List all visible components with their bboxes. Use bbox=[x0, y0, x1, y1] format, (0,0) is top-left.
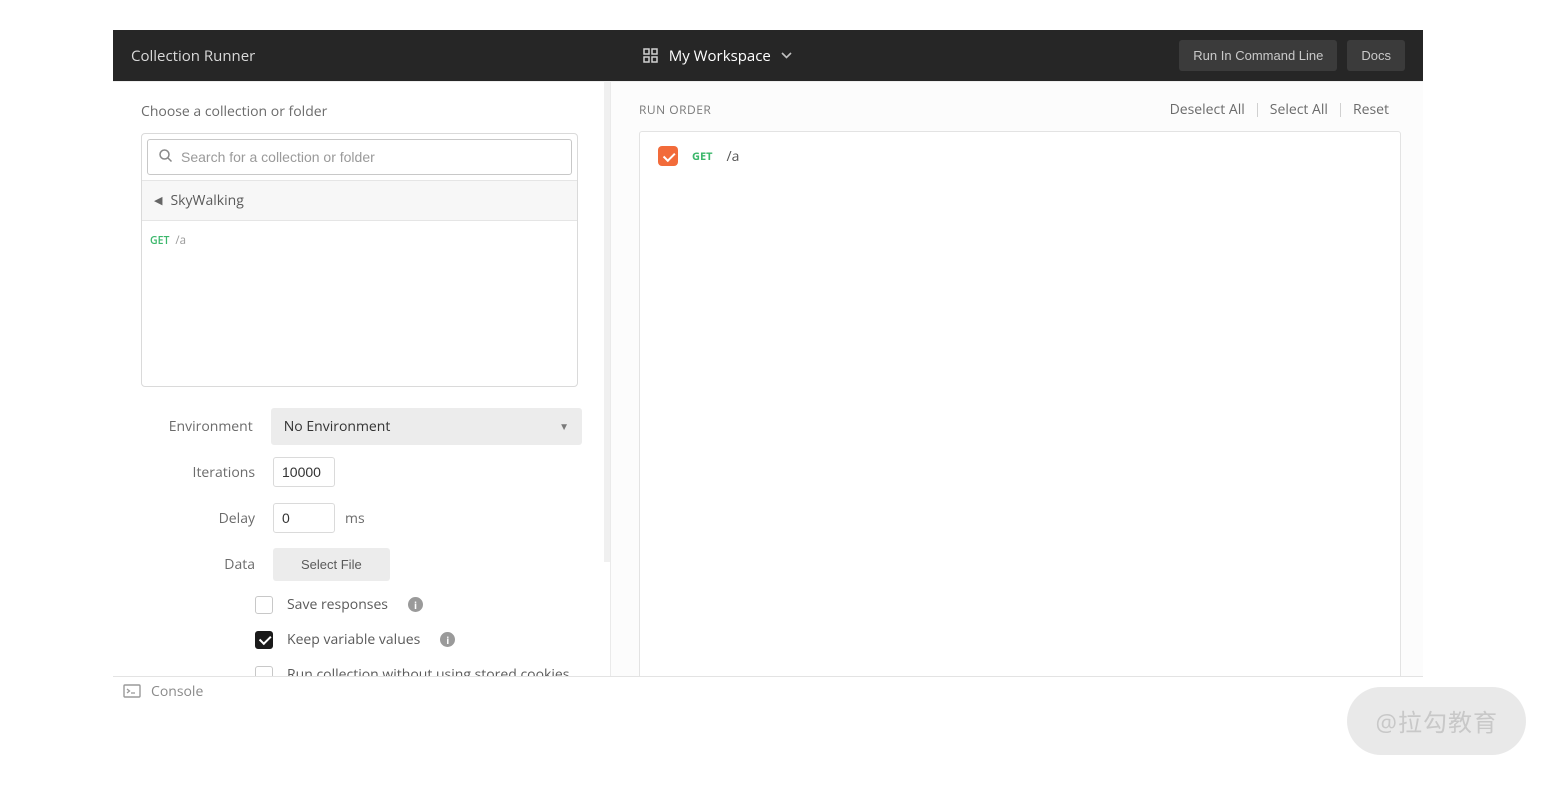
delay-input[interactable] bbox=[273, 503, 335, 533]
app-title: Collection Runner bbox=[131, 46, 255, 66]
request-list: GET /a bbox=[142, 221, 577, 386]
right-panel: RUN ORDER Deselect All Select All Reset … bbox=[611, 82, 1423, 705]
deselect-all-link[interactable]: Deselect All bbox=[1158, 100, 1257, 119]
console-icon bbox=[123, 684, 141, 698]
run-item[interactable]: GET /a bbox=[658, 146, 1382, 166]
iterations-input[interactable] bbox=[273, 457, 335, 487]
back-caret-icon: ◀ bbox=[154, 193, 162, 208]
search-input[interactable] bbox=[181, 149, 561, 165]
delay-label: Delay bbox=[141, 509, 273, 528]
run-item-path: /a bbox=[727, 147, 740, 166]
header-actions: Run In Command Line Docs bbox=[1179, 40, 1405, 71]
run-list: GET /a bbox=[639, 131, 1401, 683]
select-all-link[interactable]: Select All bbox=[1258, 100, 1340, 119]
delay-unit: ms bbox=[345, 509, 365, 528]
caret-down-icon: ▼ bbox=[559, 419, 569, 433]
scrollbar[interactable] bbox=[604, 82, 610, 562]
run-item-checkbox[interactable] bbox=[658, 146, 678, 166]
workspace-dropdown[interactable]: My Workspace bbox=[643, 46, 792, 66]
choose-collection-label: Choose a collection or folder bbox=[141, 102, 582, 121]
run-command-line-button[interactable]: Run In Command Line bbox=[1179, 40, 1337, 71]
run-order-actions: Deselect All Select All Reset bbox=[1158, 100, 1401, 119]
keep-variable-checkbox[interactable] bbox=[255, 631, 273, 649]
console-bar[interactable]: Console bbox=[113, 676, 1423, 705]
console-label: Console bbox=[151, 682, 203, 701]
save-responses-checkbox[interactable] bbox=[255, 596, 273, 614]
run-order-title: RUN ORDER bbox=[639, 101, 711, 118]
docs-button[interactable]: Docs bbox=[1347, 40, 1405, 71]
chevron-down-icon bbox=[781, 52, 792, 59]
watermark: @拉勾教育 bbox=[1347, 687, 1526, 755]
iterations-label: Iterations bbox=[141, 463, 273, 482]
save-responses-label: Save responses bbox=[287, 595, 388, 614]
environment-value: No Environment bbox=[284, 417, 391, 436]
search-input-wrap[interactable] bbox=[147, 139, 572, 175]
workspace-icon bbox=[643, 48, 659, 64]
breadcrumb-name: SkyWalking bbox=[170, 191, 243, 210]
info-icon[interactable]: i bbox=[440, 632, 455, 647]
info-icon[interactable]: i bbox=[408, 597, 423, 612]
reset-link[interactable]: Reset bbox=[1341, 100, 1401, 119]
select-file-button[interactable]: Select File bbox=[273, 548, 390, 581]
workspace-name: My Workspace bbox=[669, 46, 771, 66]
collection-breadcrumb[interactable]: ◀ SkyWalking bbox=[142, 180, 577, 221]
header-bar: Collection Runner My Workspace Run In Co… bbox=[113, 30, 1423, 81]
collection-selector: ◀ SkyWalking GET /a bbox=[141, 133, 578, 387]
environment-label: Environment bbox=[141, 417, 271, 436]
request-item[interactable]: GET /a bbox=[148, 229, 571, 252]
search-icon bbox=[158, 146, 173, 168]
run-item-method: GET bbox=[692, 149, 713, 164]
request-method: GET bbox=[150, 234, 169, 248]
left-panel: Choose a collection or folder ◀ SkyWalki… bbox=[113, 82, 611, 705]
data-label: Data bbox=[141, 555, 273, 574]
request-path: /a bbox=[175, 233, 186, 248]
keep-variable-label: Keep variable values bbox=[287, 630, 420, 649]
environment-select[interactable]: No Environment ▼ bbox=[271, 408, 582, 445]
